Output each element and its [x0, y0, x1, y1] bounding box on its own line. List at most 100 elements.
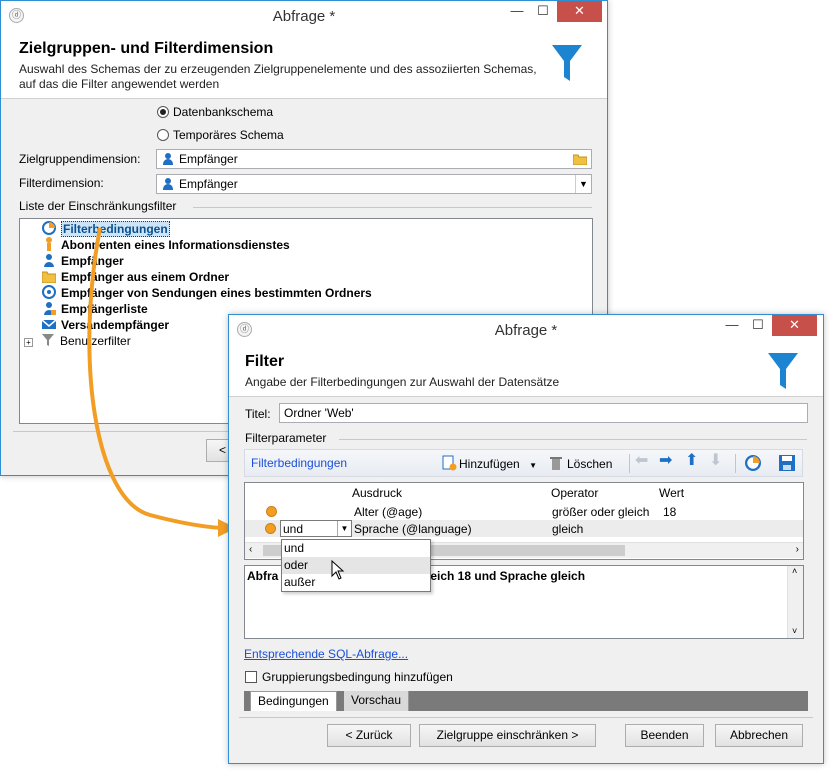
- mouse-cursor-icon: [331, 560, 345, 580]
- logic-dropdown[interactable]: und oder außer: [281, 539, 431, 592]
- title-bar[interactable]: ⓓ Abfrage * — ☐ ✕: [1, 1, 607, 31]
- page-subtitle: Angabe der Filterbedingungen zur Auswahl…: [245, 375, 560, 389]
- toolbar-separator: [735, 454, 736, 473]
- chevron-down-icon[interactable]: ▼: [337, 521, 351, 536]
- divider: [193, 207, 592, 208]
- tab-conditions[interactable]: Bedingungen: [250, 691, 337, 711]
- expand-icon[interactable]: +: [24, 338, 33, 347]
- tree-item-recipients[interactable]: Empfänger: [42, 253, 124, 269]
- funnel-icon: [552, 45, 582, 81]
- scroll-right-icon[interactable]: ›: [796, 544, 799, 555]
- funnel-icon: [768, 353, 798, 389]
- arrow-right-icon[interactable]: ➡: [659, 453, 672, 469]
- arrow-down-icon[interactable]: ⬇: [709, 453, 722, 469]
- maximize-icon[interactable]: ☐: [745, 315, 771, 336]
- table-row[interactable]: und ▼ Sprache (@language) gleich: [245, 520, 803, 537]
- divider: [239, 717, 813, 718]
- recipient-icon: [44, 254, 54, 267]
- tree-item-recipients-folder[interactable]: Empfänger aus einem Ordner: [42, 269, 229, 285]
- window-filter: ⓓ Abfrage * — ☐ ✕ Filter Angabe der Filt…: [228, 314, 824, 764]
- cancel-button[interactable]: Abbrechen: [715, 724, 803, 747]
- tree-item-filter-conditions[interactable]: Filterbedingungen: [42, 221, 170, 237]
- save-icon[interactable]: [779, 455, 795, 471]
- radio-database-schema[interactable]: Datenbankschema: [157, 105, 273, 119]
- target-dimension-label: Zielgruppendimension:: [19, 152, 141, 166]
- sql-query-link[interactable]: Entsprechende SQL-Abfrage...: [244, 647, 408, 661]
- filter-conditions-icon[interactable]: [745, 455, 761, 471]
- tree-item-user-filters[interactable]: + Benutzerfilter: [24, 333, 131, 349]
- delivery-folder-icon: [42, 285, 56, 299]
- row-expression: Alter (@age): [354, 505, 423, 519]
- table-row[interactable]: Alter (@age) größer oder gleich 18: [245, 503, 803, 520]
- title-input[interactable]: Ordner 'Web': [279, 403, 808, 423]
- dropdown-option-oder[interactable]: oder: [282, 557, 430, 574]
- tab-filter-conditions[interactable]: Filterbedingungen: [251, 455, 347, 471]
- back-button[interactable]: < Zurück: [327, 724, 411, 747]
- tab-preview[interactable]: Vorschau: [344, 691, 410, 711]
- column-header-value[interactable]: Wert: [659, 486, 684, 500]
- filter-dimension-select[interactable]: Empfänger ▼: [156, 174, 592, 194]
- radio-button[interactable]: [157, 106, 169, 118]
- tree-item-delivery-folder[interactable]: Empfänger von Sendungen eines bestimmten…: [42, 285, 372, 301]
- scroll-up-icon[interactable]: ˄: [792, 566, 797, 576]
- group-condition-checkbox[interactable]: Gruppierungsbedingung hinzufügen: [245, 670, 453, 684]
- scroll-down-icon[interactable]: ˅: [792, 626, 797, 636]
- finish-button[interactable]: Beenden: [625, 724, 704, 747]
- row-expression: Sprache (@language): [354, 522, 472, 536]
- filter-params-label: Filterparameter: [245, 431, 327, 445]
- chevron-down-icon[interactable]: ▼: [575, 175, 591, 193]
- column-header-operator[interactable]: Operator: [551, 486, 598, 500]
- vertical-scrollbar[interactable]: ˄ ˅: [787, 566, 803, 638]
- minimize-icon[interactable]: —: [719, 315, 745, 336]
- dialog-header: Filter Angabe der Filterbedingungen zur …: [229, 345, 823, 397]
- dialog-header: Zielgruppen- und Filterdimension Auswahl…: [1, 31, 607, 99]
- radio-button[interactable]: [157, 129, 169, 141]
- add-button[interactable]: Hinzufügen ▼: [441, 455, 537, 474]
- folder-icon[interactable]: [573, 153, 587, 165]
- logic-select[interactable]: und ▼: [280, 520, 352, 537]
- radio-temporary-schema[interactable]: Temporäres Schema: [157, 128, 284, 142]
- checkbox[interactable]: [245, 671, 257, 683]
- column-header-expression[interactable]: Ausdruck: [352, 486, 402, 500]
- close-icon[interactable]: ✕: [772, 315, 817, 336]
- target-dimension-field[interactable]: Empfänger: [156, 149, 592, 169]
- subscriber-icon: [46, 237, 52, 251]
- filter-dimension-label: Filterdimension:: [19, 176, 104, 190]
- delete-button[interactable]: Löschen: [549, 455, 612, 472]
- chevron-down-icon[interactable]: ▼: [529, 461, 537, 470]
- minimize-icon[interactable]: —: [504, 1, 530, 22]
- close-icon[interactable]: ✕: [557, 1, 602, 22]
- page-subtitle: Auswahl des Schemas der zu erzeugenden Z…: [19, 62, 537, 91]
- envelope-icon: [42, 319, 56, 329]
- title-bar[interactable]: ⓓ Abfrage * — ☐ ✕: [229, 315, 823, 345]
- user-filter-icon: [42, 334, 54, 346]
- page-title: Zielgruppen- und Filterdimension: [19, 40, 274, 57]
- dropdown-option-ausser[interactable]: außer: [282, 574, 430, 591]
- row-value: 18: [663, 505, 677, 519]
- tree-item-delivery-recipients[interactable]: Versandempfänger: [42, 317, 169, 333]
- filter-conditions-icon: [42, 221, 56, 235]
- recipient-icon: [163, 178, 173, 190]
- bottom-tabs: Bedingungen Vorschau: [244, 691, 808, 711]
- divider: [339, 439, 807, 440]
- dropdown-option-und[interactable]: und: [282, 540, 430, 557]
- row-operator: gleich: [552, 522, 584, 536]
- restrict-target-button[interactable]: Zielgruppe einschränken >: [419, 724, 596, 747]
- tree-item-recipient-list[interactable]: Empfängerliste: [42, 301, 148, 317]
- toolbar-separator: [629, 454, 630, 473]
- arrow-left-icon[interactable]: ⬅: [635, 453, 648, 469]
- title-label: Titel:: [245, 407, 271, 421]
- condition-icon: [266, 506, 277, 517]
- tree-item-subscribers[interactable]: Abonnenten eines Informationsdienstes: [42, 237, 290, 253]
- add-condition-icon: [442, 455, 457, 471]
- recipient-icon: [163, 153, 173, 165]
- trash-icon: [550, 457, 562, 470]
- arrow-up-icon[interactable]: ⬆: [685, 453, 698, 469]
- folder-recipient-icon: [42, 271, 56, 283]
- row-operator: größer oder gleich: [552, 505, 650, 519]
- maximize-icon[interactable]: ☐: [530, 1, 556, 22]
- recipient-list-icon: [44, 302, 56, 315]
- page-title: Filter: [245, 353, 285, 370]
- scroll-left-icon[interactable]: ‹: [249, 544, 252, 555]
- filter-list-label: Liste der Einschränkungsfilter: [19, 199, 177, 213]
